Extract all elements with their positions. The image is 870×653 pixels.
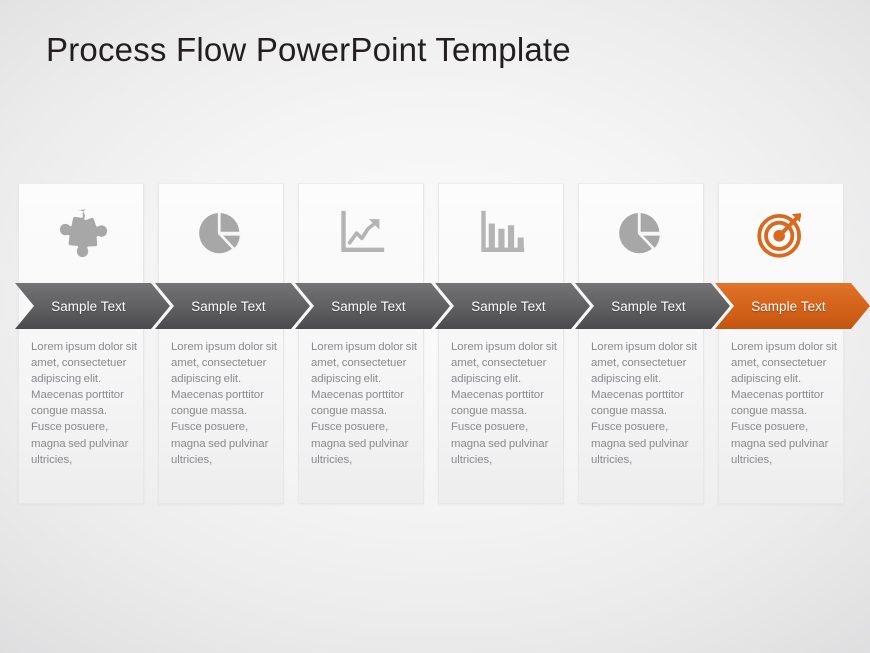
process-step-chevron-1[interactable]: Sample Text	[15, 283, 170, 329]
puzzle-piece-icon	[19, 184, 143, 284]
chevron-label: Sample Text	[191, 298, 266, 314]
chevron-label: Sample Text	[51, 298, 126, 314]
card-body-text: Lorem ipsum dolor sit amet, consectetuer…	[731, 341, 838, 466]
slide-canvas: Process Flow PowerPoint Template Lorem i…	[0, 0, 870, 653]
process-card-1[interactable]: Lorem ipsum dolor sit amet, consectetuer…	[18, 183, 144, 504]
card-body-text: Lorem ipsum dolor sit amet, consectetuer…	[591, 341, 698, 466]
process-step-chevron-6[interactable]: Sample Text	[715, 283, 870, 329]
process-card-6[interactable]: Lorem ipsum dolor sit amet, consectetuer…	[718, 183, 844, 504]
pie-chart-icon	[579, 184, 703, 284]
pie-chart-icon	[159, 184, 283, 284]
card-body-text: Lorem ipsum dolor sit amet, consectetuer…	[31, 341, 138, 466]
process-cards-row: Lorem ipsum dolor sit amet, consectetuer…	[18, 183, 852, 505]
card-body-text: Lorem ipsum dolor sit amet, consectetuer…	[311, 341, 418, 466]
process-card-3[interactable]: Lorem ipsum dolor sit amet, consectetuer…	[298, 183, 424, 504]
process-step-chevron-3[interactable]: Sample Text	[295, 283, 450, 329]
process-step-chevron-5[interactable]: Sample Text	[575, 283, 730, 329]
bar-chart-icon	[439, 184, 563, 284]
chevron-label: Sample Text	[471, 298, 546, 314]
line-chart-icon	[299, 184, 423, 284]
card-body-text: Lorem ipsum dolor sit amet, consectetuer…	[171, 341, 278, 466]
page-title: Process Flow PowerPoint Template	[46, 31, 571, 68]
chevron-label: Sample Text	[611, 298, 686, 314]
process-step-chevron-4[interactable]: Sample Text	[435, 283, 590, 329]
process-card-2[interactable]: Lorem ipsum dolor sit amet, consectetuer…	[158, 183, 284, 504]
process-step-chevron-2[interactable]: Sample Text	[155, 283, 310, 329]
chevron-label: Sample Text	[331, 298, 406, 314]
process-card-5[interactable]: Lorem ipsum dolor sit amet, consectetuer…	[578, 183, 704, 504]
process-card-4[interactable]: Lorem ipsum dolor sit amet, consectetuer…	[438, 183, 564, 504]
target-bullseye-icon	[719, 184, 843, 284]
chevron-label: Sample Text	[751, 298, 826, 314]
card-body-text: Lorem ipsum dolor sit amet, consectetuer…	[451, 341, 558, 466]
process-chevron-strip: Sample Text Sample Text Sample Text Samp…	[0, 283, 870, 329]
